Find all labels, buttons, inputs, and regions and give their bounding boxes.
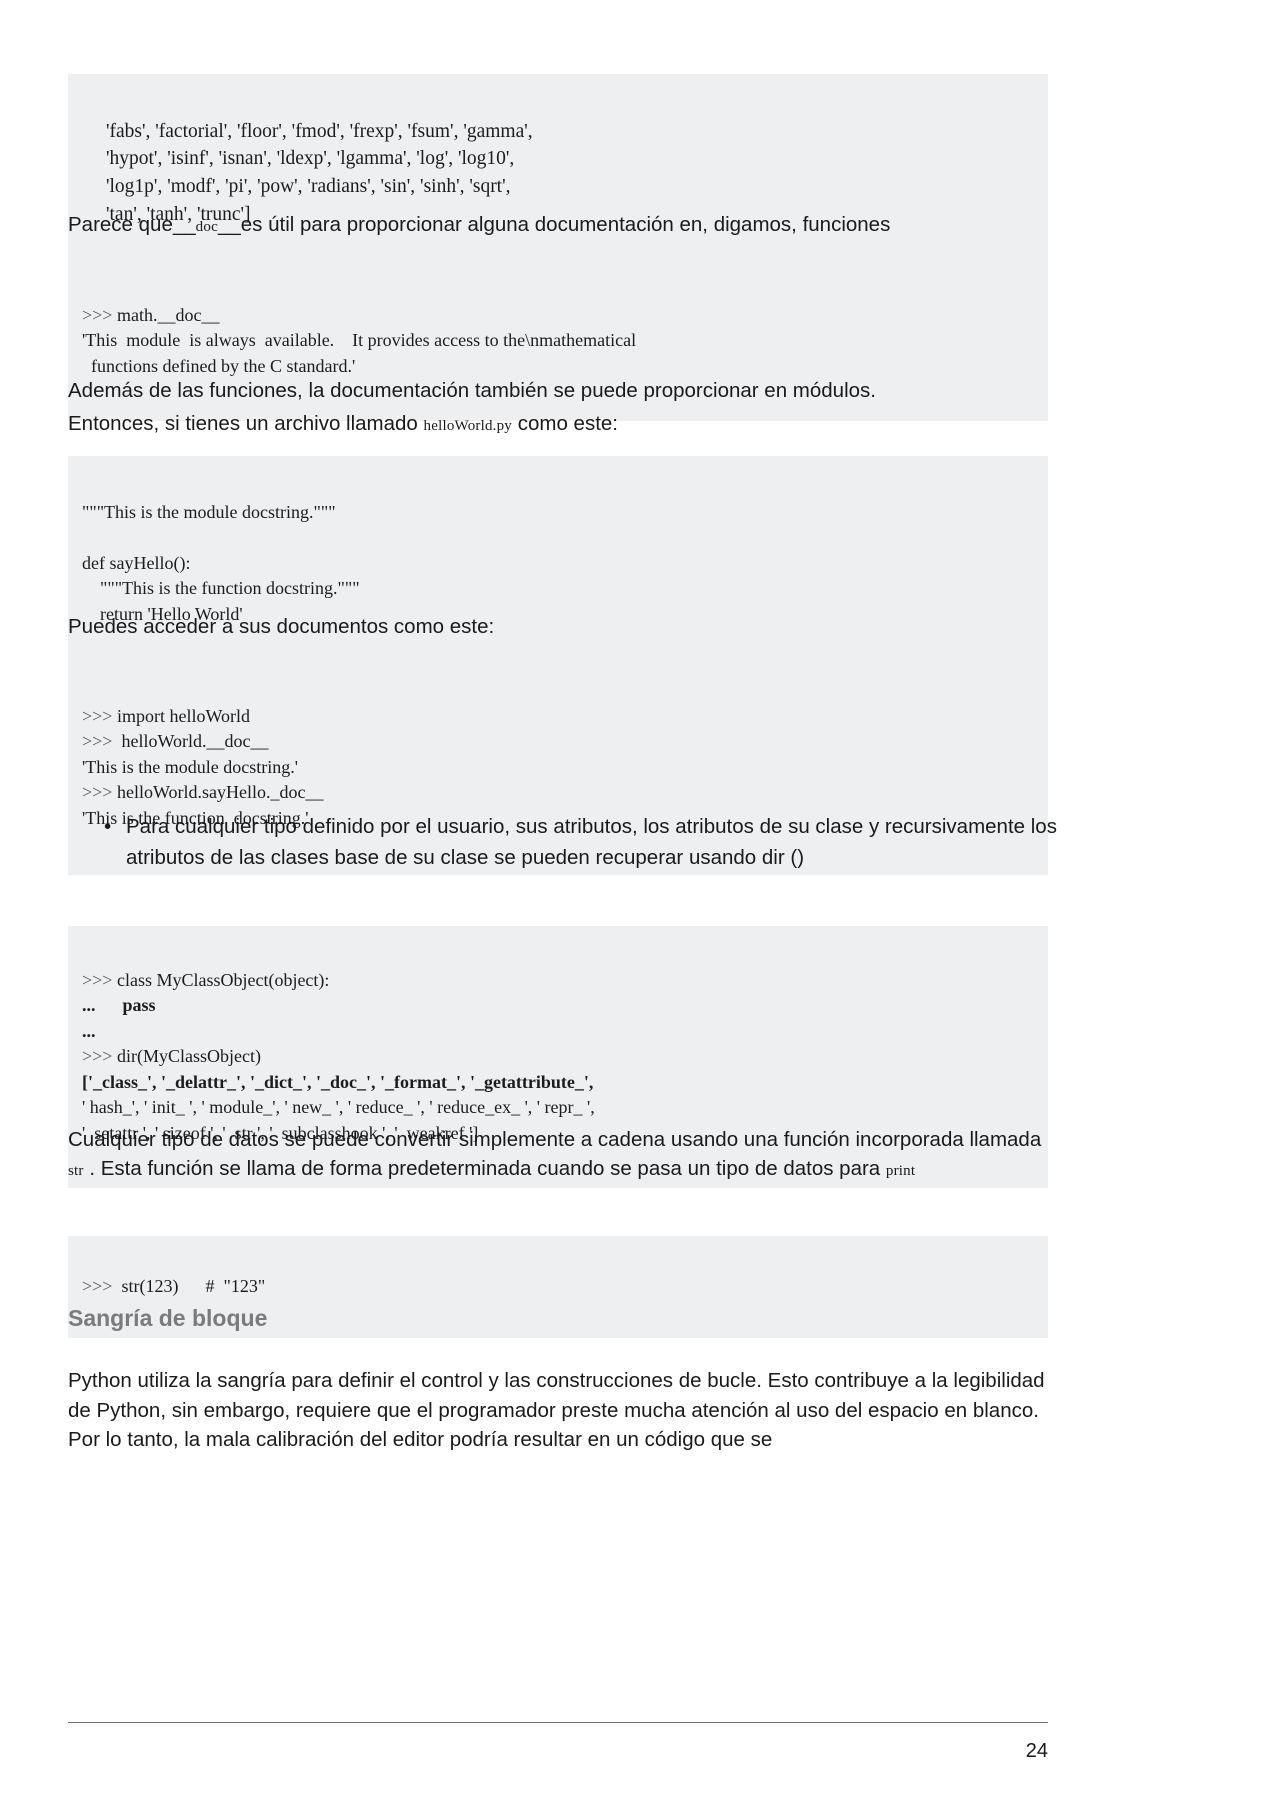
code-line: 'fabs', 'factorial', 'floor', 'fmod', 'f… [106,120,533,142]
code-command: math.__doc__ [116,304,220,325]
paragraph-indentation-explanation: Python utiliza la sangría para definir e… [68,1369,1045,1452]
inline-code-print: print [885,1163,916,1180]
list-item: • Para cualquier tipo definido por el us… [104,812,1106,874]
code-command: pass [122,995,156,1016]
underscore-prefix: __ [172,213,196,236]
code-block-math-dir-listing: 'fabs', 'factorial', 'floor', 'fmod', 'f… [68,74,1048,275]
paragraph-line-with-filename: Entonces, si tienes un archivo llamado h… [68,409,1048,438]
inline-code-doc: doc [195,219,218,235]
paragraph-text-tail: como este: [517,412,618,436]
paragraph-text-lead: Cualquier tipo de datos se puede convert… [68,1128,1042,1151]
code-output-line: 'This is the module docstring.' [82,756,298,777]
prompt-marker: >>> [82,304,113,325]
prompt-marker: >>> [82,969,113,990]
code-command: class MyClassObject(object): [116,969,330,990]
paragraph-access-docs: Puedes acceder a sus documentos como est… [68,615,495,638]
paragraph-module-docs: Además de las funciones, la documentació… [68,376,1048,438]
code-command: helloWorld.sayHello._doc__ [116,782,324,803]
paragraph-text-lead: Parece que [68,213,173,236]
code-output-line: functions defined by the C standard.' [91,355,356,376]
prompt-marker-continuation: ... [82,995,96,1016]
document-page: 'fabs', 'factorial', 'floor', 'fmod', 'f… [0,0,1280,1811]
code-command: dir(MyClassObject) [116,1046,261,1067]
code-output-line: ['_class_', '_delattr_', '_dict_', '_doc… [82,1071,594,1092]
paragraph-text-tail: es útil para proporcionar alguna documen… [240,213,891,236]
paragraph-line: Además de las funciones, la documentació… [68,379,876,402]
prompt-marker: >>> [82,705,113,726]
paragraph-text-mid: . Esta función se llama de forma predete… [89,1157,881,1181]
code-comment: # "123" [205,1275,266,1296]
prompt-marker-continuation: ... [82,1020,96,1041]
code-command: helloWorld.__doc__ [121,731,269,752]
code-line: 'log1p', 'modf', 'pi', 'pow', 'radians',… [106,176,511,198]
prompt-marker: >>> [82,782,113,803]
code-line: """This is the module docstring.""" [82,501,336,522]
code-line: 'hypot', 'isinf', 'isnan', 'ldexp', 'lga… [106,148,515,170]
paragraph-doc-utility: Parece que__doc__es útil para proporcion… [68,210,1048,239]
prompt-marker: >>> [82,1046,113,1067]
list-item-label: Para cualquier tipo definido por el usua… [126,815,1057,869]
bullet-dot-icon: • [104,815,112,838]
inline-code-str: str [68,1163,84,1180]
prompt-marker: >>> [82,1275,113,1296]
code-output-line: ' hash_', ' init_ ', ' module_', ' new_ … [82,1097,595,1118]
code-line: """This is the function docstring.""" [82,578,360,599]
code-line: def sayHello(): [82,552,191,573]
code-command: str(123) [121,1275,179,1296]
underscore-suffix: __ [217,213,241,236]
paragraph-text-lead: Entonces, si tienes un archivo llamado [68,412,418,436]
bullet-list-user-types: • Para cualquier tipo definido por el us… [68,812,1106,874]
page-number: 24 [1025,1740,1048,1762]
paragraph-str-conversion: Cualquier tipo de datos se puede convert… [68,1125,1048,1183]
inline-code-filename: helloWorld.py [423,418,513,435]
prompt-marker: >>> [82,731,113,752]
footer-divider [68,1722,1048,1723]
code-command: import helloWorld [116,705,250,726]
code-output-line: 'This module is always available. It pro… [82,330,637,351]
section-heading-block-indentation: Sangría de bloque [68,1305,268,1331]
